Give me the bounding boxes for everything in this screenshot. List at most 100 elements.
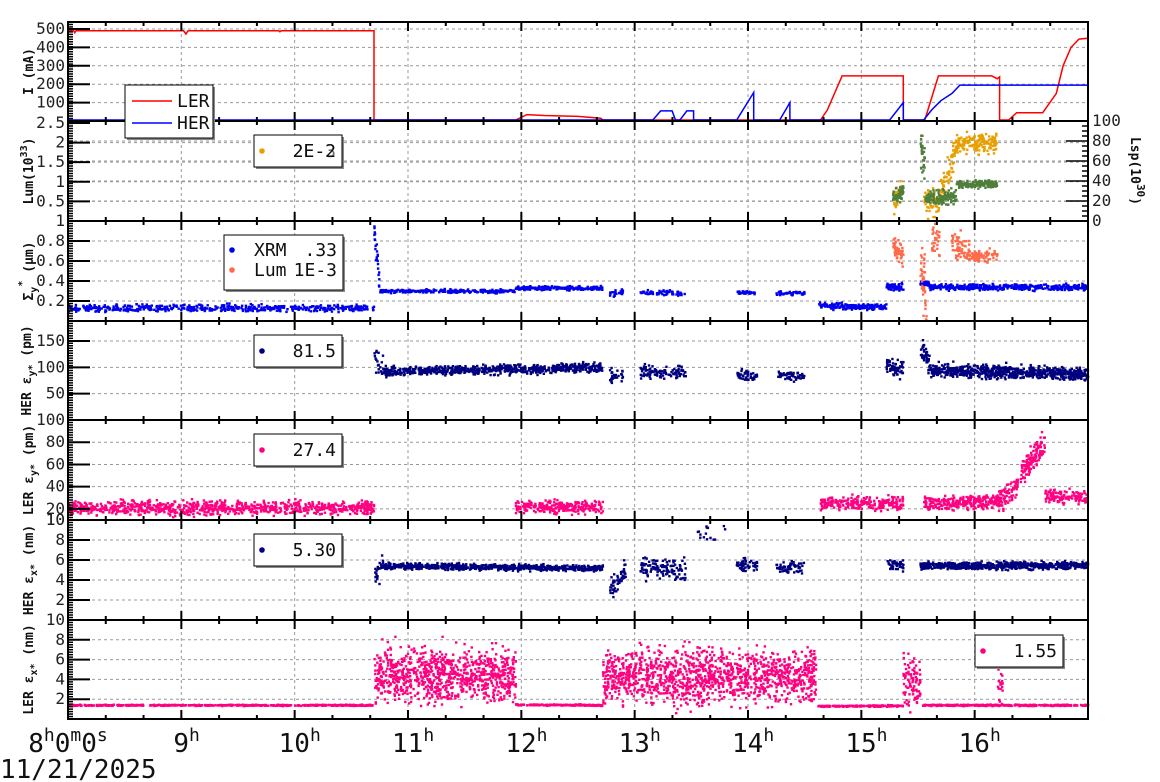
scatter-point <box>511 367 515 370</box>
scatter-point <box>593 361 596 364</box>
scatter-point <box>1005 371 1009 374</box>
scatter-point <box>323 511 327 514</box>
scatter-point <box>425 291 428 294</box>
scatter-point <box>580 286 583 290</box>
scatter-point <box>928 285 932 288</box>
scatter-point <box>315 309 319 313</box>
scatter-point <box>983 142 986 146</box>
scatter-point <box>901 366 905 369</box>
scatter-point <box>492 367 495 371</box>
scatter-point <box>311 503 315 506</box>
scatter-point <box>477 367 480 370</box>
scatter-point <box>1076 373 1080 376</box>
scatter-point <box>888 360 891 364</box>
scatter-point <box>897 260 901 263</box>
scatter-point <box>1004 365 1007 369</box>
scatter-point <box>928 209 931 213</box>
scatter-point <box>477 372 480 375</box>
scatter-point <box>413 289 417 293</box>
scatter-point <box>82 305 85 308</box>
scatter-point <box>1029 363 1032 367</box>
scatter-point <box>938 198 942 202</box>
scatter-point <box>646 373 649 376</box>
scatter-point <box>423 368 426 372</box>
scatter-point <box>569 287 572 290</box>
scatter-point <box>947 203 950 206</box>
scatter-point <box>614 289 617 292</box>
data-marks <box>67 30 1090 715</box>
scatter-point <box>920 284 924 288</box>
scatter-point <box>88 502 91 505</box>
scatter-point <box>896 200 899 203</box>
scatter-point <box>975 184 978 187</box>
scatter-point <box>979 284 982 287</box>
scatter-point <box>441 371 444 374</box>
scatter-point <box>361 306 365 309</box>
scatter-point <box>99 502 103 506</box>
scatter-point <box>136 307 139 311</box>
scatter-point <box>887 364 890 367</box>
multi-panel-chart: 100200300400500I (mA)0.511.522.5Lum(1033… <box>0 19 1147 782</box>
scatter-point <box>932 189 935 192</box>
scatter-point <box>896 248 899 251</box>
scatter-point <box>1081 285 1084 288</box>
scatter-point <box>943 194 947 197</box>
scatter-point <box>192 515 196 519</box>
scatter-point <box>572 286 575 290</box>
scatter-point <box>956 258 959 261</box>
scatter-point <box>377 284 381 287</box>
scatter-point <box>592 369 596 373</box>
scatter-point <box>942 183 945 187</box>
scatter-point <box>995 134 998 137</box>
scatter-point <box>116 306 119 309</box>
scatter-point <box>621 370 624 373</box>
scatter-point <box>574 370 578 374</box>
scatter-point <box>922 169 925 172</box>
scatter-point <box>988 377 991 380</box>
scatter-point <box>931 242 934 245</box>
scatter-point <box>122 308 126 311</box>
scatter-point <box>1064 376 1067 379</box>
scatter-point <box>857 307 861 310</box>
scatter-point <box>528 288 532 291</box>
scatter-point <box>925 357 928 360</box>
scatter-point <box>216 306 219 309</box>
scatter-point <box>779 290 782 293</box>
scatter-point <box>435 364 438 368</box>
scatter-point <box>450 373 453 376</box>
scatter-point <box>445 370 449 373</box>
scatter-point <box>565 363 568 366</box>
scatter-point <box>376 262 380 266</box>
scatter-point <box>520 367 524 371</box>
scatter-point <box>281 501 284 504</box>
scatter-point <box>971 183 975 186</box>
scatter-point <box>745 378 748 381</box>
scatter-point <box>792 291 795 294</box>
scatter-point <box>753 293 756 296</box>
scatter-point <box>898 289 901 292</box>
scatter-point <box>381 354 385 357</box>
scatter-point <box>620 373 624 376</box>
scatter-point <box>586 285 589 289</box>
scatter-point <box>939 288 942 291</box>
scatter-point <box>871 306 875 309</box>
scatter-point <box>891 362 895 365</box>
scatter-point <box>517 363 520 366</box>
scatter-point <box>954 240 957 243</box>
scatter-point <box>1063 284 1066 287</box>
scatter-point <box>417 368 420 371</box>
scatter-point <box>663 377 666 380</box>
scatter-point <box>947 368 950 371</box>
scatter-point <box>850 306 853 309</box>
scatter-point <box>1001 288 1004 291</box>
scatter-point <box>406 369 409 373</box>
scatter-point <box>146 305 149 308</box>
scatter-point <box>382 367 385 370</box>
scatter-point <box>836 304 839 307</box>
scatter-point <box>669 373 672 377</box>
scatter-point <box>593 367 597 370</box>
scatter-point <box>442 288 445 292</box>
scatter-point <box>840 301 844 304</box>
scatter-point <box>396 288 400 291</box>
scatter-point <box>932 226 935 229</box>
